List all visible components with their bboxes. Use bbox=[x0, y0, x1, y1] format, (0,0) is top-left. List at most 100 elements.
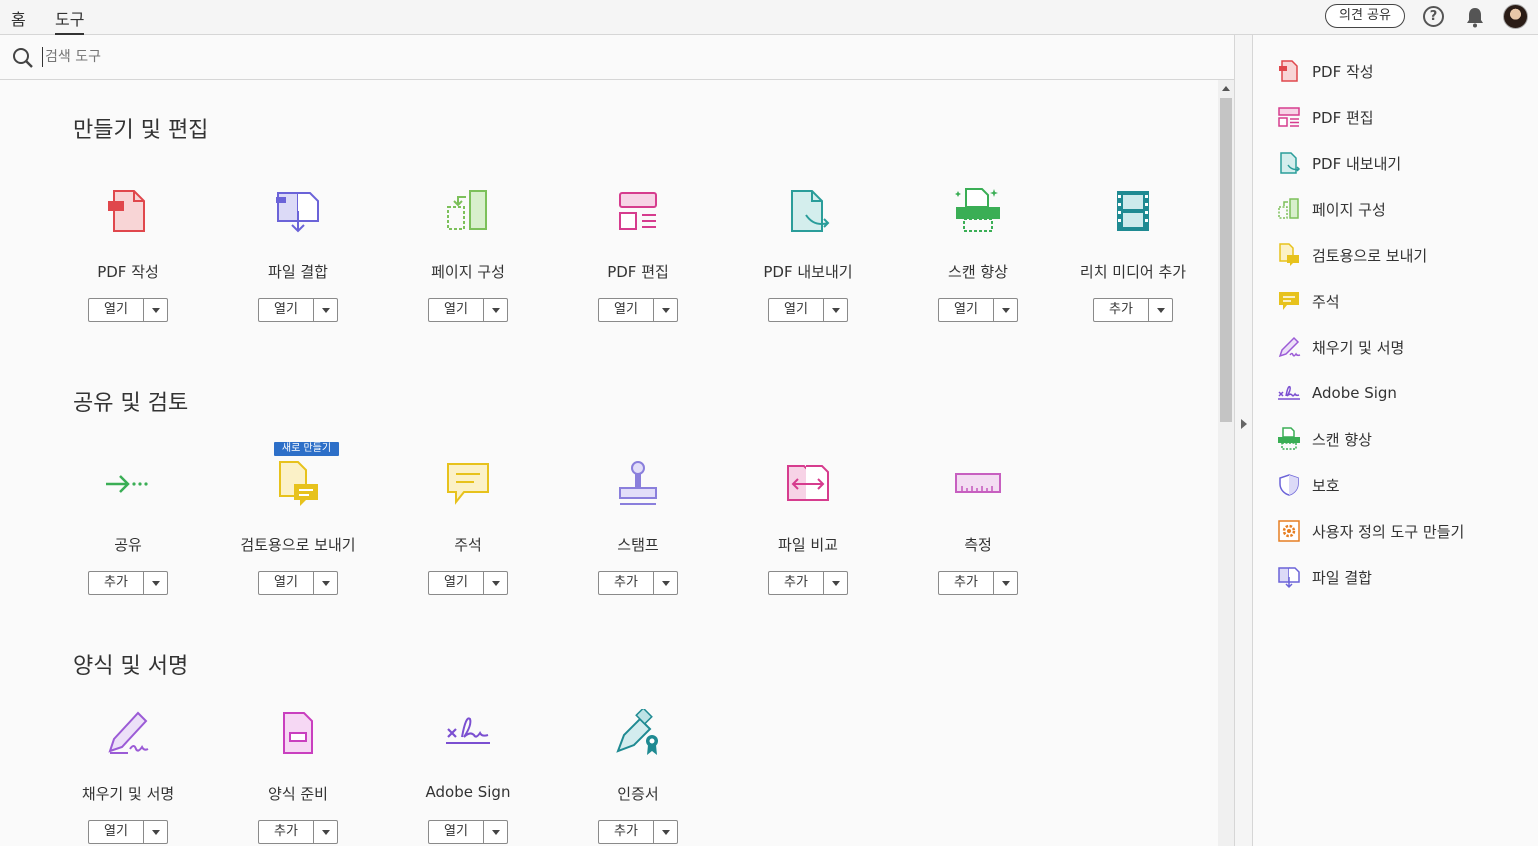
right-pane-item[interactable]: PDF 작성 bbox=[1277, 57, 1527, 85]
right-pane-item[interactable]: 스캔 향상 bbox=[1277, 425, 1527, 453]
right-pane-item[interactable]: 보호 bbox=[1277, 471, 1527, 499]
adobe-sign-icon[interactable] bbox=[444, 709, 492, 757]
tool-label: 파일 비교 bbox=[778, 536, 838, 554]
open-button[interactable]: 열기 bbox=[89, 299, 144, 321]
tool-action-button[interactable]: 열기 bbox=[258, 298, 338, 322]
comment-icon bbox=[1279, 292, 1299, 310]
compare-files-icon[interactable] bbox=[784, 460, 832, 508]
tool-action-button[interactable]: 열기 bbox=[88, 298, 168, 322]
search-input[interactable] bbox=[42, 47, 442, 67]
tool-action-button[interactable]: 열기 bbox=[938, 298, 1018, 322]
open-button[interactable]: 열기 bbox=[429, 299, 484, 321]
share-arrow-icon[interactable] bbox=[104, 460, 152, 508]
open-button[interactable]: 열기 bbox=[939, 299, 994, 321]
create-pdf-icon[interactable] bbox=[104, 187, 152, 235]
open-button[interactable]: 열기 bbox=[429, 572, 484, 594]
vertical-scrollbar[interactable] bbox=[1218, 80, 1234, 846]
comment-icon[interactable] bbox=[444, 460, 492, 508]
dropdown-icon[interactable] bbox=[654, 572, 678, 594]
dropdown-icon[interactable] bbox=[314, 572, 338, 594]
dropdown-icon[interactable] bbox=[994, 299, 1018, 321]
open-button[interactable]: 열기 bbox=[599, 299, 654, 321]
send-review-icon[interactable] bbox=[274, 460, 322, 508]
tool-action-button[interactable]: 열기 bbox=[768, 298, 848, 322]
dropdown-icon[interactable] bbox=[144, 572, 168, 594]
pane-divider[interactable] bbox=[1234, 35, 1253, 846]
certificate-pen-icon[interactable] bbox=[614, 709, 662, 757]
share-feedback-button[interactable]: 의견 공유 bbox=[1325, 4, 1405, 28]
right-pane-item[interactable]: 검토용으로 보내기 bbox=[1277, 241, 1527, 269]
right-tools-pane: PDF 작성 PDF 편집 PDF 내보내기 페이지 구성 검토용으로 보내기 bbox=[1253, 35, 1538, 846]
open-button[interactable]: 열기 bbox=[89, 821, 144, 843]
tool-action-button[interactable]: 추가 bbox=[1093, 298, 1173, 322]
right-pane-item[interactable]: 페이지 구성 bbox=[1277, 195, 1527, 223]
tool-action-button[interactable]: 추가 bbox=[88, 571, 168, 595]
dropdown-icon[interactable] bbox=[144, 299, 168, 321]
add-button[interactable]: 추가 bbox=[599, 572, 654, 594]
tool-action-button[interactable]: 열기 bbox=[428, 820, 508, 844]
right-pane-item[interactable]: 채우기 및 서명 bbox=[1277, 333, 1527, 361]
dropdown-icon[interactable] bbox=[654, 821, 678, 843]
prepare-form-icon[interactable] bbox=[274, 709, 322, 757]
add-button[interactable]: 추가 bbox=[939, 572, 994, 594]
tool-create-pdf: PDF 작성 열기 bbox=[43, 187, 213, 337]
right-pane-item[interactable]: PDF 편집 bbox=[1277, 103, 1527, 131]
right-pane-item[interactable]: PDF 내보내기 bbox=[1277, 149, 1527, 177]
ruler-icon[interactable] bbox=[954, 460, 1002, 508]
dropdown-icon[interactable] bbox=[824, 299, 848, 321]
export-pdf-icon[interactable] bbox=[784, 187, 832, 235]
dropdown-icon[interactable] bbox=[654, 299, 678, 321]
dropdown-icon[interactable] bbox=[484, 299, 508, 321]
dropdown-icon[interactable] bbox=[484, 821, 508, 843]
collapse-pane-icon[interactable] bbox=[1241, 419, 1247, 429]
dropdown-icon[interactable] bbox=[144, 821, 168, 843]
right-pane-item[interactable]: 사용자 정의 도구 만들기 bbox=[1277, 517, 1527, 545]
right-pane-item[interactable]: 파일 결합 bbox=[1277, 563, 1527, 591]
tool-action-button[interactable]: 추가 bbox=[938, 571, 1018, 595]
fill-sign-icon[interactable] bbox=[104, 709, 152, 757]
add-button[interactable]: 추가 bbox=[1094, 299, 1149, 321]
tab-home[interactable]: 홈 bbox=[11, 6, 26, 30]
tool-action-button[interactable]: 열기 bbox=[428, 571, 508, 595]
scrollbar-thumb[interactable] bbox=[1220, 98, 1232, 422]
scan-icon[interactable] bbox=[954, 187, 1002, 235]
right-pane-item[interactable]: Adobe Sign bbox=[1277, 380, 1527, 408]
search-bar bbox=[0, 35, 1234, 80]
dropdown-icon[interactable] bbox=[824, 572, 848, 594]
dropdown-icon[interactable] bbox=[314, 299, 338, 321]
edit-pdf-icon bbox=[1278, 107, 1300, 127]
dropdown-icon[interactable] bbox=[314, 821, 338, 843]
tool-action-button[interactable]: 추가 bbox=[598, 820, 678, 844]
add-button[interactable]: 추가 bbox=[89, 572, 144, 594]
tool-action-button[interactable]: 추가 bbox=[258, 820, 338, 844]
tool-action-button[interactable]: 열기 bbox=[258, 571, 338, 595]
protect-icon bbox=[1279, 474, 1299, 496]
tool-action-button[interactable]: 열기 bbox=[598, 298, 678, 322]
rich-media-icon[interactable] bbox=[1109, 187, 1157, 235]
tool-action-button[interactable]: 열기 bbox=[428, 298, 508, 322]
tab-tools[interactable]: 도구 bbox=[55, 6, 85, 35]
open-button[interactable]: 열기 bbox=[429, 821, 484, 843]
open-button[interactable]: 열기 bbox=[259, 572, 314, 594]
tool-action-button[interactable]: 추가 bbox=[768, 571, 848, 595]
help-icon[interactable]: ? bbox=[1423, 6, 1444, 27]
bell-icon[interactable] bbox=[1465, 6, 1485, 28]
open-button[interactable]: 열기 bbox=[259, 299, 314, 321]
edit-pdf-icon[interactable] bbox=[614, 187, 662, 235]
dropdown-icon[interactable] bbox=[994, 572, 1018, 594]
dropdown-icon[interactable] bbox=[484, 572, 508, 594]
tool-action-button[interactable]: 추가 bbox=[598, 571, 678, 595]
dropdown-icon[interactable] bbox=[1149, 299, 1173, 321]
stamp-icon[interactable] bbox=[614, 460, 662, 508]
organize-pages-icon[interactable] bbox=[444, 187, 492, 235]
add-button[interactable]: 추가 bbox=[769, 572, 824, 594]
add-button[interactable]: 추가 bbox=[599, 821, 654, 843]
avatar[interactable] bbox=[1503, 4, 1528, 29]
right-pane-item[interactable]: 주석 bbox=[1277, 287, 1527, 315]
combine-files-icon[interactable] bbox=[274, 187, 322, 235]
combine-files-icon bbox=[1278, 567, 1300, 589]
scroll-up-icon[interactable] bbox=[1222, 86, 1230, 91]
add-button[interactable]: 추가 bbox=[259, 821, 314, 843]
tool-action-button[interactable]: 열기 bbox=[88, 820, 168, 844]
open-button[interactable]: 열기 bbox=[769, 299, 824, 321]
